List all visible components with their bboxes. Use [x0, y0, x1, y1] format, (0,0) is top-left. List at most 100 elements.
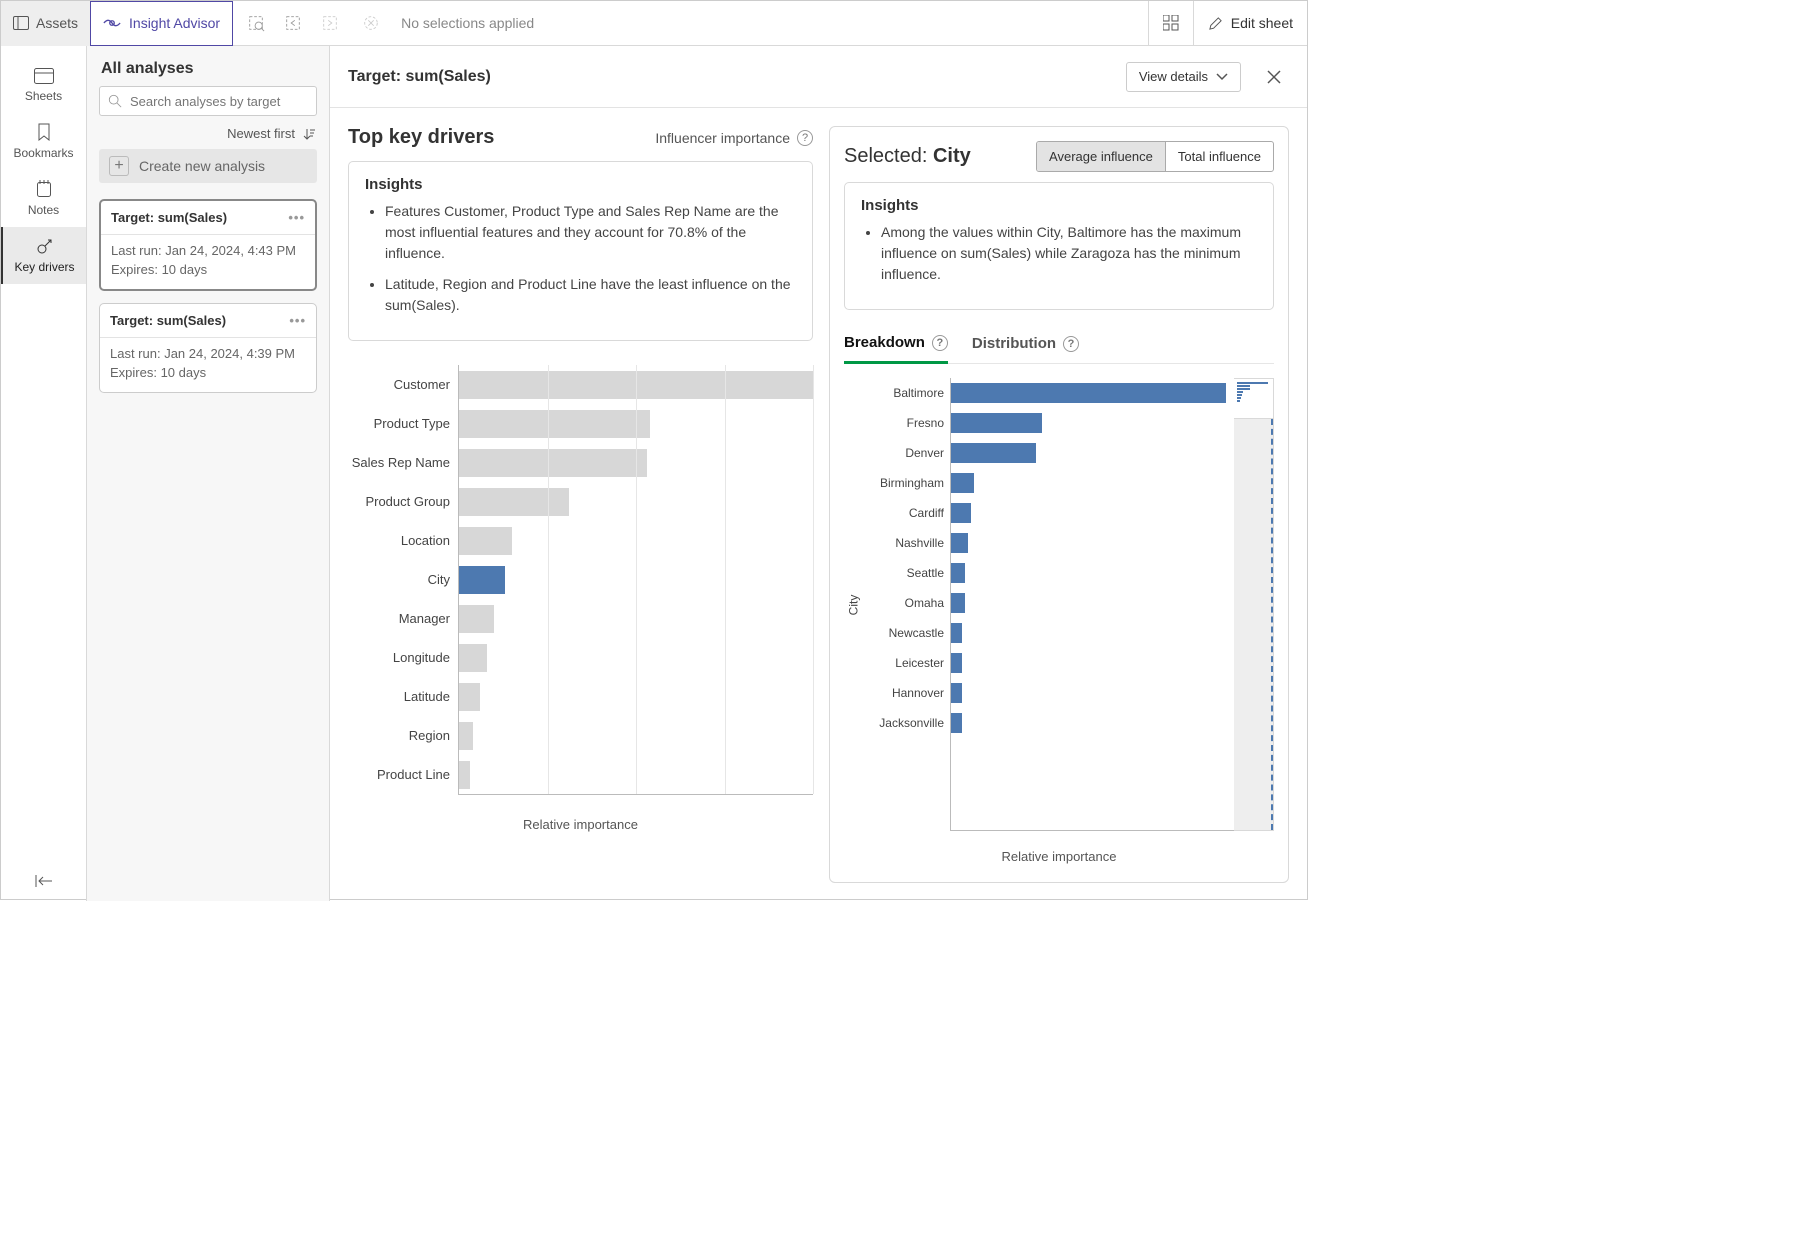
assets-button[interactable]: Assets [1, 1, 91, 46]
city-insights-panel: Insights Among the values within City, B… [844, 182, 1274, 310]
sort-icon [301, 128, 315, 140]
rail-notes[interactable]: Notes [1, 170, 86, 227]
bar[interactable] [951, 563, 965, 583]
close-icon [1267, 70, 1281, 84]
create-analysis-button[interactable]: + Create new analysis [99, 149, 317, 183]
bar[interactable] [951, 653, 962, 673]
bar-label: Omaha [862, 588, 950, 618]
bar-label: Manager [348, 599, 458, 638]
bar[interactable] [951, 443, 1036, 463]
tab-breakdown[interactable]: Breakdown ? [844, 326, 948, 364]
bar[interactable] [951, 713, 962, 733]
rail-sheets[interactable]: Sheets [1, 58, 86, 113]
smart-search-icon[interactable] [245, 12, 267, 34]
bar[interactable] [951, 383, 1226, 403]
insight-icon [103, 16, 121, 30]
breakdown-x-axis-label: Relative importance [844, 849, 1274, 864]
bar[interactable] [951, 533, 968, 553]
bar[interactable] [951, 683, 962, 703]
analysis-card[interactable]: Target: sum(Sales) ••• Last run: Jan 24,… [99, 199, 317, 291]
bar[interactable] [951, 473, 974, 493]
insights-panel: Insights Features Customer, Product Type… [348, 161, 813, 341]
bar[interactable] [459, 488, 569, 516]
analysis-card[interactable]: Target: sum(Sales) ••• Last run: Jan 24,… [99, 303, 317, 393]
top-key-drivers-title: Top key drivers [348, 126, 655, 149]
card-menu-button[interactable]: ••• [289, 313, 306, 328]
rail-bookmarks[interactable]: Bookmarks [1, 113, 86, 170]
bar[interactable] [951, 623, 962, 643]
tab-distribution[interactable]: Distribution ? [972, 327, 1079, 362]
rail-collapse-button[interactable] [1, 861, 86, 901]
bar-label: Product Line [348, 755, 458, 794]
bar-label: Birmingham [862, 468, 950, 498]
rail-key-drivers-label: Key drivers [14, 260, 74, 274]
toggle-total-influence[interactable]: Total influence [1165, 142, 1273, 171]
analysis-last-run: Last run: Jan 24, 2024, 4:39 PM [110, 346, 306, 361]
no-selections-label: No selections applied [401, 15, 534, 31]
bar[interactable] [459, 449, 647, 477]
sort-dropdown[interactable]: Newest first [87, 116, 329, 145]
bar[interactable] [459, 644, 487, 672]
key-drivers-icon [36, 237, 54, 255]
bar-label: Longitude [348, 638, 458, 677]
grid-icon [1163, 15, 1179, 31]
bar[interactable] [459, 566, 505, 594]
analysis-last-run: Last run: Jan 24, 2024, 4:43 PM [111, 243, 305, 258]
insights-title: Insights [365, 176, 796, 193]
search-analyses-input[interactable] [99, 86, 317, 116]
bar[interactable] [951, 413, 1042, 433]
selected-value: City [933, 145, 971, 167]
toggle-avg-influence[interactable]: Average influence [1037, 142, 1165, 171]
view-details-label: View details [1139, 69, 1208, 84]
bar-label: Sales Rep Name [348, 443, 458, 482]
view-details-button[interactable]: View details [1126, 62, 1241, 92]
spark-overview[interactable] [1234, 378, 1274, 831]
insight-item: Among the values within City, Baltimore … [881, 222, 1257, 285]
insight-item: Features Customer, Product Type and Sale… [385, 201, 796, 264]
bar[interactable] [951, 593, 965, 613]
clear-selections-icon[interactable] [360, 12, 382, 34]
insight-advisor-button[interactable]: Insight Advisor [90, 1, 233, 46]
analysis-card-title: Target: sum(Sales) [111, 210, 227, 225]
bar[interactable] [459, 761, 470, 789]
analysis-expires: Expires: 10 days [111, 262, 305, 277]
bar[interactable] [459, 605, 494, 633]
bar-label: Latitude [348, 677, 458, 716]
rail-bookmarks-label: Bookmarks [13, 146, 73, 160]
analyses-title: All analyses [87, 46, 329, 86]
influencer-importance-label: Influencer importance [655, 130, 790, 146]
bar-label: City [348, 560, 458, 599]
selected-title: Selected: City [844, 145, 1036, 168]
help-icon[interactable]: ? [1063, 336, 1079, 352]
tab-distribution-label: Distribution [972, 335, 1056, 352]
breakdown-chart[interactable]: City BaltimoreFresnoDenverBirminghamCard… [844, 378, 1274, 831]
bar[interactable] [459, 527, 512, 555]
bar[interactable] [951, 503, 971, 523]
bar[interactable] [459, 410, 650, 438]
edit-sheet-button[interactable]: Edit sheet [1193, 1, 1307, 46]
rail-key-drivers[interactable]: Key drivers [1, 227, 86, 284]
bar-label: Fresno [862, 408, 950, 438]
bar[interactable] [459, 722, 473, 750]
help-icon[interactable]: ? [797, 130, 813, 146]
bar-label: Baltimore [862, 378, 950, 408]
bar-label: Jacksonville [862, 708, 950, 738]
search-analyses-field[interactable] [128, 93, 308, 110]
card-menu-button[interactable]: ••• [288, 210, 305, 225]
close-button[interactable] [1259, 62, 1289, 92]
influence-toggle: Average influence Total influence [1036, 141, 1274, 172]
bookmark-icon [37, 123, 51, 141]
help-icon[interactable]: ? [932, 335, 948, 351]
selection-back-icon[interactable] [282, 12, 304, 34]
edit-sheet-label: Edit sheet [1231, 15, 1293, 31]
bar-label: Seattle [862, 558, 950, 588]
selection-forward-icon[interactable] [319, 12, 341, 34]
breakdown-y-label: City [846, 594, 860, 615]
bar-label: Region [348, 716, 458, 755]
create-analysis-label: Create new analysis [139, 158, 265, 174]
bar[interactable] [459, 683, 480, 711]
panel-icon [13, 16, 29, 30]
grid-view-button[interactable] [1148, 1, 1193, 46]
key-drivers-chart[interactable]: CustomerProduct TypeSales Rep NameProduc… [348, 365, 813, 832]
notes-icon [36, 180, 52, 198]
